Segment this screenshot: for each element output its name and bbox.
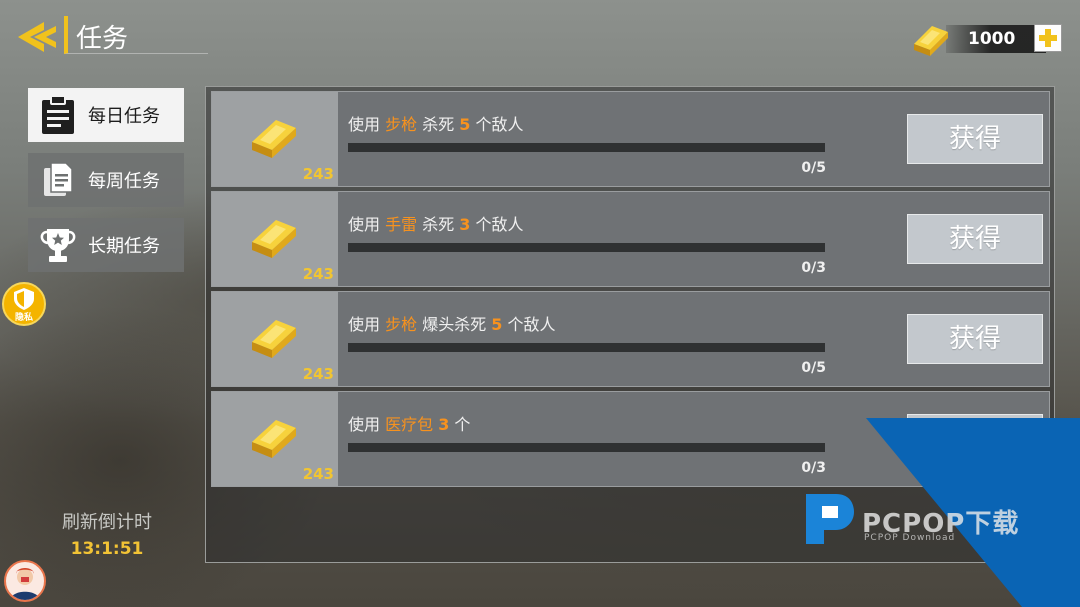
task-reward-thumbnail: 243: [212, 392, 338, 486]
progress-bar: [348, 443, 825, 452]
refresh-countdown-label: 刷新倒计时: [62, 512, 152, 533]
task-reward-thumbnail: 243: [212, 92, 338, 186]
back-button[interactable]: [14, 18, 60, 56]
task-description: 使用 步枪 杀死 5 个敌人: [348, 111, 524, 135]
avatar[interactable]: [4, 560, 46, 602]
desc-count: 5: [491, 315, 503, 334]
task-description: 使用 医疗包 3 个: [348, 411, 470, 435]
tab-label: 长期任务: [88, 236, 160, 257]
task-description: 使用 步枪 爆头杀死 5 个敌人: [348, 311, 556, 335]
task-row: 243 使用 步枪 杀死 5 个敌人 0/5 获得: [211, 91, 1050, 187]
reward-amount: 243: [302, 165, 334, 183]
privacy-button[interactable]: 隐私: [2, 282, 46, 326]
task-reward-thumbnail: 243: [212, 292, 338, 386]
claim-button[interactable]: 获得: [907, 114, 1043, 164]
documents-icon: [44, 162, 73, 196]
double-chevron-left-icon: [18, 22, 56, 52]
page-title: 任务: [76, 24, 129, 54]
gold-bar-icon: [252, 120, 296, 158]
desc-count: 3: [459, 215, 471, 234]
title-bar: 任务: [64, 16, 208, 54]
desc-suffix: 个敌人: [502, 315, 556, 334]
tab-label: 每日任务: [88, 106, 160, 127]
progress-bar: [348, 343, 825, 352]
desc-item: 步枪: [385, 315, 418, 334]
claim-button[interactable]: 获得: [907, 314, 1043, 364]
desc-prefix: 使用: [348, 115, 386, 134]
progress-bar: [348, 143, 825, 152]
desc-prefix: 使用: [348, 415, 386, 434]
refresh-countdown-time: 13:1:51: [70, 539, 144, 559]
gold-bar-icon: [252, 420, 296, 458]
watermark-logo-icon: [806, 494, 854, 544]
gold-bar-icon: [252, 320, 296, 358]
shield-icon: [14, 288, 34, 310]
tab-weekly-tasks[interactable]: 每周任务: [28, 153, 184, 207]
task-row: 243 使用 手雷 杀死 3 个敌人 0/3 获得: [211, 191, 1050, 287]
gold-currency: 1000: [908, 14, 1062, 58]
desc-middle: 爆头杀死: [417, 315, 492, 334]
privacy-label: 隐私: [14, 313, 33, 323]
tab-daily-tasks[interactable]: 每日任务: [28, 88, 184, 142]
task-description: 使用 手雷 杀死 3 个敌人: [348, 211, 524, 235]
reward-amount: 243: [302, 365, 334, 383]
desc-item: 手雷: [385, 215, 418, 234]
desc-item: 步枪: [385, 115, 418, 134]
progress-text: 0/3: [801, 260, 826, 276]
progress-text: 0/5: [801, 360, 826, 376]
desc-suffix: 个: [449, 415, 471, 434]
desc-suffix: 个敌人: [470, 215, 524, 234]
progress-bar: [348, 243, 825, 252]
desc-prefix: 使用: [348, 315, 386, 334]
reward-amount: 243: [302, 265, 334, 283]
avatar-person-icon: [10, 568, 40, 600]
desc-middle: 杀死: [417, 115, 460, 134]
desc-prefix: 使用: [348, 215, 386, 234]
tab-long-term-tasks[interactable]: 长期任务: [28, 218, 184, 272]
desc-suffix: 个敌人: [470, 115, 524, 134]
claim-button[interactable]: 获得: [907, 214, 1043, 264]
desc-middle: 杀死: [417, 215, 460, 234]
add-gold-button[interactable]: [1034, 24, 1062, 52]
desc-item: 医疗包: [385, 415, 434, 434]
desc-count: 3: [438, 415, 450, 434]
progress-text: 0/5: [801, 160, 826, 176]
gold-bar-icon: [914, 26, 948, 56]
gold-bar-icon: [252, 220, 296, 258]
watermark-subtext: PCPOP Download: [864, 533, 956, 543]
tab-label: 每周任务: [88, 171, 160, 192]
task-row: 243 使用 步枪 爆头杀死 5 个敌人 0/5 获得: [211, 291, 1050, 387]
task-reward-thumbnail: 243: [212, 192, 338, 286]
progress-text: 0/3: [801, 460, 826, 476]
clipboard-icon: [42, 95, 74, 134]
plus-icon: [1039, 29, 1057, 47]
desc-count: 5: [459, 115, 471, 134]
trophy-icon: [40, 229, 76, 262]
reward-amount: 243: [302, 465, 334, 483]
gold-amount: 1000: [968, 29, 1016, 49]
